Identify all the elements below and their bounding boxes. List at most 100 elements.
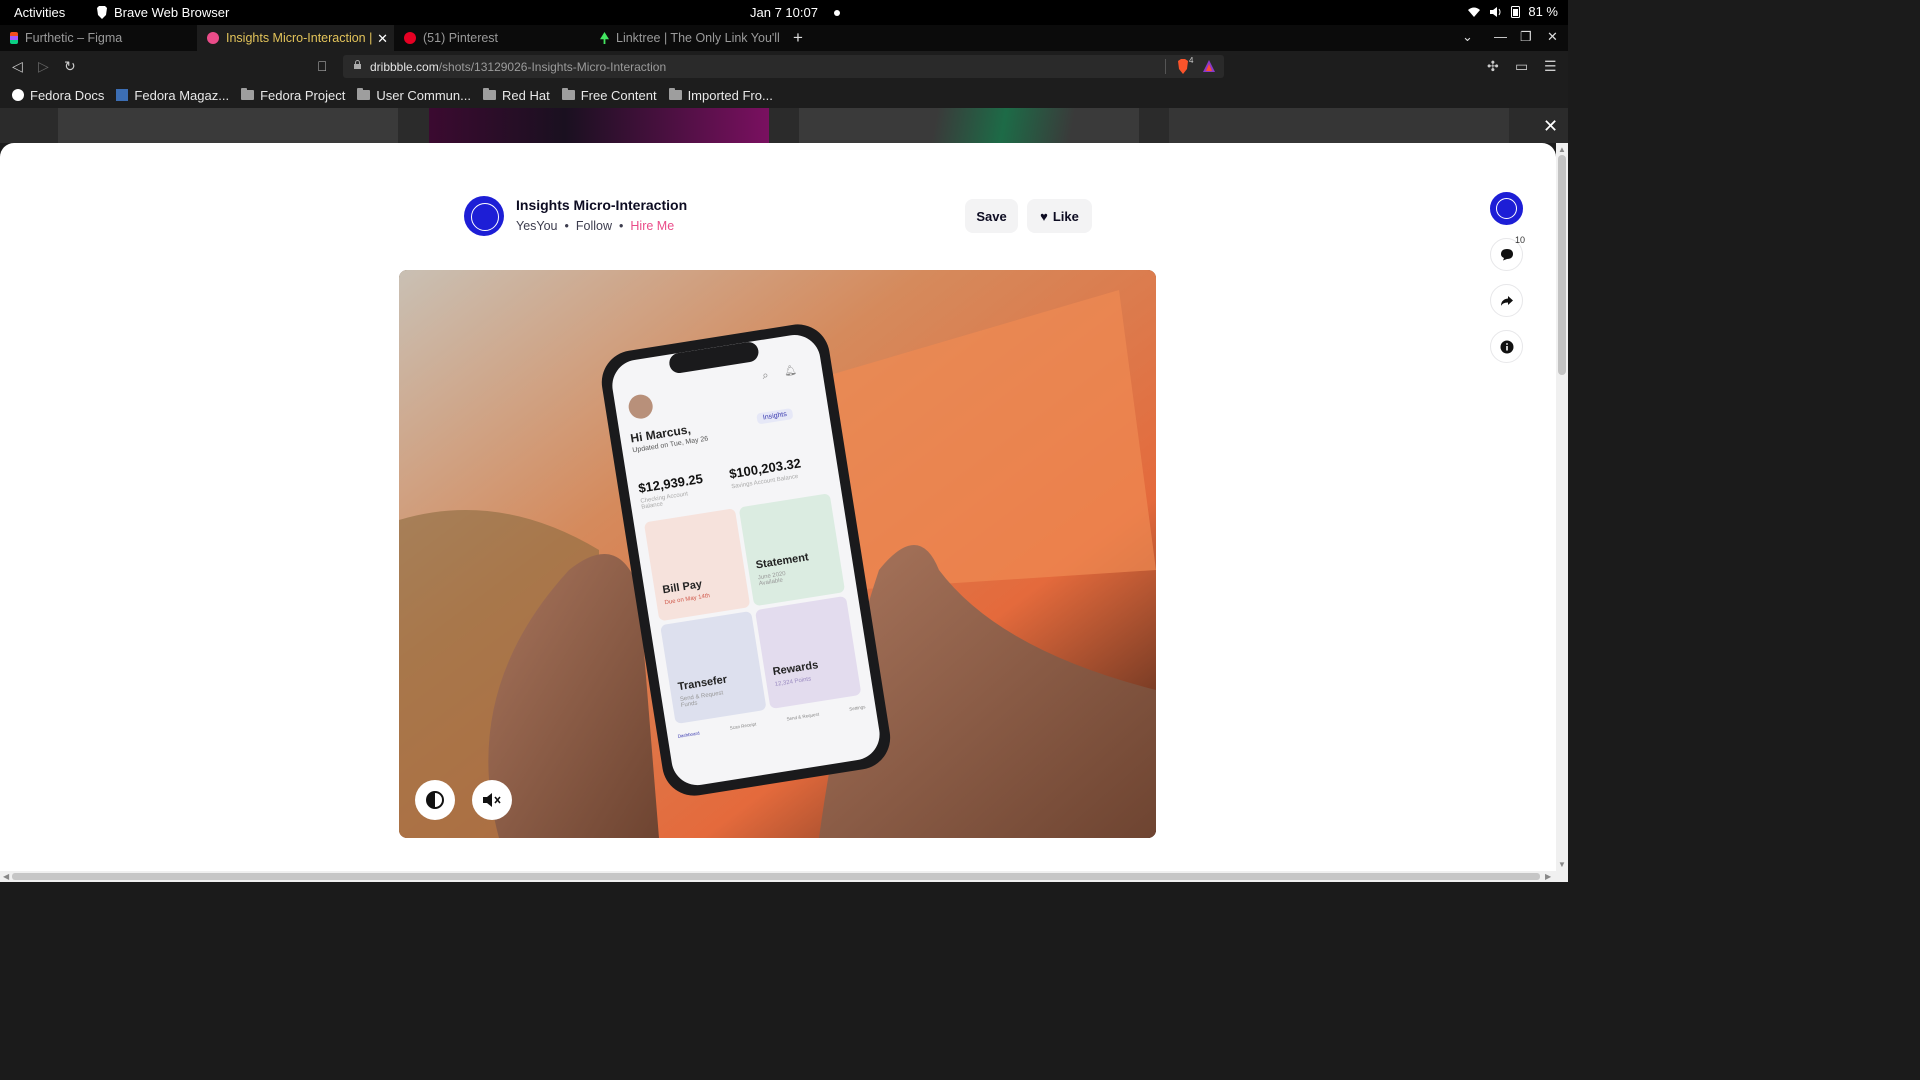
- linktree-icon: [600, 32, 609, 44]
- address-bar[interactable]: dribbble.com/shots/13129026-Insights-Mic…: [343, 55, 1224, 78]
- shot-meta: YesYou • Follow • Hire Me: [516, 219, 674, 233]
- url-text[interactable]: dribbble.com/shots/13129026-Insights-Mic…: [370, 60, 666, 74]
- like-button[interactable]: ♥ Like: [1027, 199, 1092, 233]
- notification-dot: [834, 10, 840, 16]
- separator-dot: •: [619, 219, 624, 233]
- tab-figma[interactable]: Furthetic – Figma: [0, 25, 197, 51]
- bookmark-fedora-docs[interactable]: Fedora Docs: [12, 88, 104, 103]
- tab-label: Insights Micro-Interaction |: [226, 31, 373, 45]
- tab-label: (51) Pinterest: [423, 31, 499, 45]
- bookmarks-bar: Fedora Docs Fedora Magaz... Fedora Proje…: [0, 82, 1568, 108]
- folder-icon: [241, 88, 255, 100]
- comment-icon: [1500, 249, 1513, 261]
- reload-icon[interactable]: ↻: [64, 58, 76, 75]
- forward-icon[interactable]: ▷: [38, 58, 49, 75]
- navigation-toolbar: ◁ ▷ ↻ ⎕ dribbble.com/shots/13129026-Insi…: [0, 51, 1568, 82]
- separator-dot: •: [564, 219, 569, 233]
- figma-icon: [10, 32, 18, 44]
- lock-icon: [354, 60, 361, 69]
- wifi-icon: [1468, 7, 1481, 17]
- app-name: Brave Web Browser: [114, 5, 230, 20]
- save-button[interactable]: Save: [965, 199, 1018, 233]
- background-shot-thumbnail: [799, 108, 1139, 143]
- shield-count: 4: [1189, 56, 1194, 65]
- activities-button[interactable]: Activities: [14, 5, 65, 20]
- shot-title: Insights Micro-Interaction: [516, 197, 688, 213]
- background-page: [0, 108, 1568, 143]
- close-tab-icon[interactable]: ✕: [377, 31, 388, 47]
- close-overlay-icon[interactable]: ✕: [1543, 116, 1558, 137]
- background-shot-thumbnail: [58, 108, 398, 143]
- contrast-icon: [426, 791, 444, 809]
- scroll-down-arrow-icon[interactable]: ▼: [1558, 860, 1566, 869]
- volume-icon: [1490, 6, 1501, 17]
- divider: [1165, 59, 1166, 74]
- insights-chip: Insights: [756, 407, 794, 425]
- tab-linktree[interactable]: Linktree | The Only Link You'll: [590, 25, 784, 51]
- muted-speaker-icon: [483, 793, 501, 807]
- scroll-left-arrow-icon[interactable]: ◀: [3, 872, 9, 881]
- scroll-right-arrow-icon[interactable]: ▶: [1545, 872, 1551, 881]
- pinterest-icon: [404, 32, 416, 44]
- fedora-magazine-icon: [116, 89, 129, 101]
- hire-me-link[interactable]: Hire Me: [630, 219, 674, 233]
- tab-label: Linktree | The Only Link You'll: [616, 31, 780, 45]
- bookmark-fedora-magazine[interactable]: Fedora Magaz...: [116, 88, 229, 103]
- extensions-icon[interactable]: ✣: [1487, 58, 1499, 75]
- fedora-icon: [12, 89, 24, 101]
- comment-count: 10: [1515, 235, 1526, 245]
- author-avatar[interactable]: [464, 196, 504, 236]
- bookmark-free-content[interactable]: Free Content: [561, 88, 657, 103]
- bookmark-imported[interactable]: Imported Fro...: [668, 88, 773, 103]
- bookmark-icon[interactable]: ⎕: [318, 58, 326, 75]
- folder-icon: [668, 88, 682, 100]
- tile-transfer: Transefer Send & Request Funds: [660, 610, 767, 725]
- contrast-toggle-button[interactable]: [415, 780, 455, 820]
- dribbble-icon: [207, 32, 219, 44]
- clock[interactable]: Jan 7 10:07: [750, 5, 818, 20]
- follow-link[interactable]: Follow: [576, 219, 612, 233]
- user-avatar: [626, 392, 655, 421]
- tab-search-icon[interactable]: ⌄: [1462, 29, 1473, 45]
- wallet-icon[interactable]: ▭: [1515, 58, 1528, 75]
- info-icon: [1500, 340, 1513, 353]
- folder-icon: [482, 88, 496, 100]
- system-top-bar: Activities Brave Web Browser Jan 7 10:07…: [0, 0, 1568, 25]
- mute-toggle-button[interactable]: [472, 780, 512, 820]
- menu-icon[interactable]: ☰: [1544, 58, 1557, 75]
- tile-statement: Statement June 2020 Available: [738, 493, 846, 607]
- scroll-up-arrow-icon[interactable]: ▲: [1558, 145, 1566, 154]
- bookmark-fedora-project[interactable]: Fedora Project: [241, 88, 345, 103]
- folder-icon: [357, 88, 371, 100]
- battery-percent: 81 %: [1528, 4, 1558, 19]
- author-link[interactable]: YesYou: [516, 219, 558, 233]
- share-button[interactable]: [1490, 284, 1523, 317]
- bookmark-red-hat[interactable]: Red Hat: [482, 88, 550, 103]
- back-icon[interactable]: ◁: [12, 58, 23, 75]
- designer-avatar-button[interactable]: [1490, 192, 1523, 225]
- yesyou-logo-icon: [1496, 198, 1517, 219]
- shot-media[interactable]: ⌕ 🔔︎ Hi Marcus, Updated on Tue, May 26 I…: [399, 270, 1156, 838]
- tab-dribbble[interactable]: Insights Micro-Interaction | ✕: [197, 25, 394, 51]
- battery-icon: [1511, 6, 1521, 18]
- background-shot-thumbnail: [429, 108, 769, 143]
- info-button[interactable]: [1490, 330, 1523, 363]
- tab-pinterest[interactable]: (51) Pinterest: [394, 25, 591, 51]
- vertical-scrollbar-thumb[interactable]: [1558, 155, 1566, 375]
- tile-rewards: Rewards 12,324 Points: [754, 595, 862, 710]
- new-tab-button[interactable]: +: [793, 28, 803, 48]
- system-tray[interactable]: 81 %: [1467, 4, 1558, 19]
- app-menu[interactable]: Brave Web Browser: [96, 5, 229, 20]
- phone-screen: ⌕ 🔔︎ Hi Marcus, Updated on Tue, May 26 I…: [399, 270, 1156, 838]
- horizontal-scrollbar-thumb[interactable]: [12, 873, 1540, 880]
- bookmark-user-community[interactable]: User Commun...: [357, 88, 471, 103]
- background-shot-thumbnail: [1169, 108, 1509, 143]
- bell-icon: 🔔︎: [783, 364, 798, 378]
- brave-lion-icon: [97, 6, 107, 19]
- brave-rewards-icon[interactable]: [1203, 60, 1215, 72]
- brave-shield-icon[interactable]: [1176, 59, 1190, 74]
- minimize-icon[interactable]: —: [1494, 29, 1507, 44]
- close-window-icon[interactable]: ✕: [1547, 29, 1558, 45]
- maximize-icon[interactable]: ❐: [1520, 29, 1532, 45]
- tab-strip: Furthetic – Figma Insights Micro-Interac…: [0, 25, 1568, 51]
